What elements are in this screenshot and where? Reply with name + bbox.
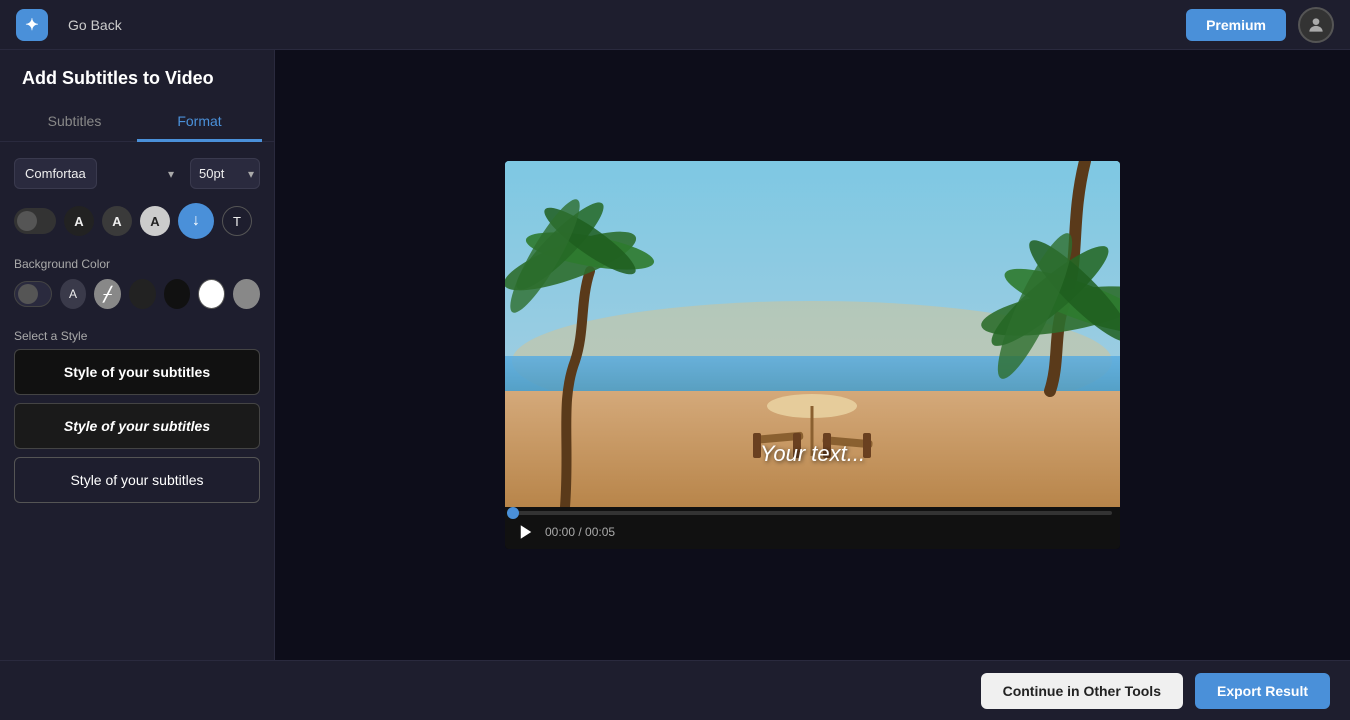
video-thumbnail: Your text... — [505, 161, 1120, 507]
app-logo: ✦ — [16, 9, 48, 41]
font-select-wrapper: Comfortaa Arial Roboto — [14, 158, 182, 189]
font-select[interactable]: Comfortaa Arial Roboto — [14, 158, 97, 189]
style-card-2[interactable]: Style of your subtitles — [14, 403, 260, 449]
text-color-darkgray-button[interactable]: A — [102, 206, 132, 236]
time-display: 00:00 / 00:05 — [545, 525, 615, 539]
play-button[interactable] — [517, 523, 535, 541]
bg-strikethrough-button[interactable]: ╱ — [94, 279, 121, 309]
tabs-container: Subtitles Format — [0, 103, 274, 142]
video-text-overlay: Your text... — [760, 441, 865, 467]
bg-toggle-knob — [18, 284, 38, 304]
text-style-toggle[interactable] — [14, 208, 56, 234]
continue-button[interactable]: Continue in Other Tools — [981, 673, 1183, 709]
video-area: Your text... — [275, 50, 1350, 660]
style-cards-container: Style of your subtitles Style of your su… — [0, 349, 274, 503]
select-style-label: Select a Style — [0, 321, 274, 349]
header-left: ✦ Go Back — [16, 9, 130, 41]
video-controls: 00:00 / 00:05 — [505, 515, 1120, 549]
text-outline-button[interactable]: T — [222, 206, 252, 236]
apply-color-button[interactable]: ↓ — [178, 203, 214, 239]
font-controls: Comfortaa Arial Roboto 30pt 40pt 50pt 60… — [0, 142, 274, 197]
bg-black-button[interactable] — [164, 279, 191, 309]
bg-color-row: A ╱ — [0, 275, 274, 321]
progress-bar[interactable] — [513, 511, 1112, 515]
export-button[interactable]: Export Result — [1195, 673, 1330, 709]
size-select-wrapper: 30pt 40pt 50pt 60pt — [190, 158, 260, 189]
main-area: Add Subtitles to Video Subtitles Format … — [0, 50, 1350, 660]
bg-gray-button[interactable] — [233, 279, 260, 309]
page-title: Add Subtitles to Video — [0, 50, 274, 103]
go-back-button[interactable]: Go Back — [60, 13, 130, 37]
bg-white-button[interactable] — [198, 279, 225, 309]
size-select[interactable]: 30pt 40pt 50pt 60pt — [190, 158, 260, 189]
bg-color-toggle[interactable] — [14, 281, 52, 307]
text-color-light-button[interactable]: A — [140, 206, 170, 236]
tab-subtitles[interactable]: Subtitles — [12, 103, 137, 142]
style-card-3[interactable]: Style of your subtitles — [14, 457, 260, 503]
toggle-knob — [17, 211, 37, 231]
avatar[interactable] — [1298, 7, 1334, 43]
progress-knob[interactable] — [507, 507, 519, 519]
background-color-label: Background Color — [0, 249, 274, 275]
premium-button[interactable]: Premium — [1186, 9, 1286, 41]
tab-format[interactable]: Format — [137, 103, 262, 142]
text-color-dark-button[interactable]: A — [64, 206, 94, 236]
bg-dark-button[interactable] — [129, 279, 156, 309]
style-card-1[interactable]: Style of your subtitles — [14, 349, 260, 395]
video-progress-area: 00:00 / 00:05 — [505, 507, 1120, 549]
footer: Continue in Other Tools Export Result — [0, 660, 1350, 720]
sidebar: Add Subtitles to Video Subtitles Format … — [0, 50, 275, 660]
text-style-row: A A A ↓ T — [0, 197, 274, 249]
bg-text-button[interactable]: A — [60, 279, 87, 309]
header: ✦ Go Back Premium — [0, 0, 1350, 50]
video-container: Your text... — [505, 161, 1120, 549]
